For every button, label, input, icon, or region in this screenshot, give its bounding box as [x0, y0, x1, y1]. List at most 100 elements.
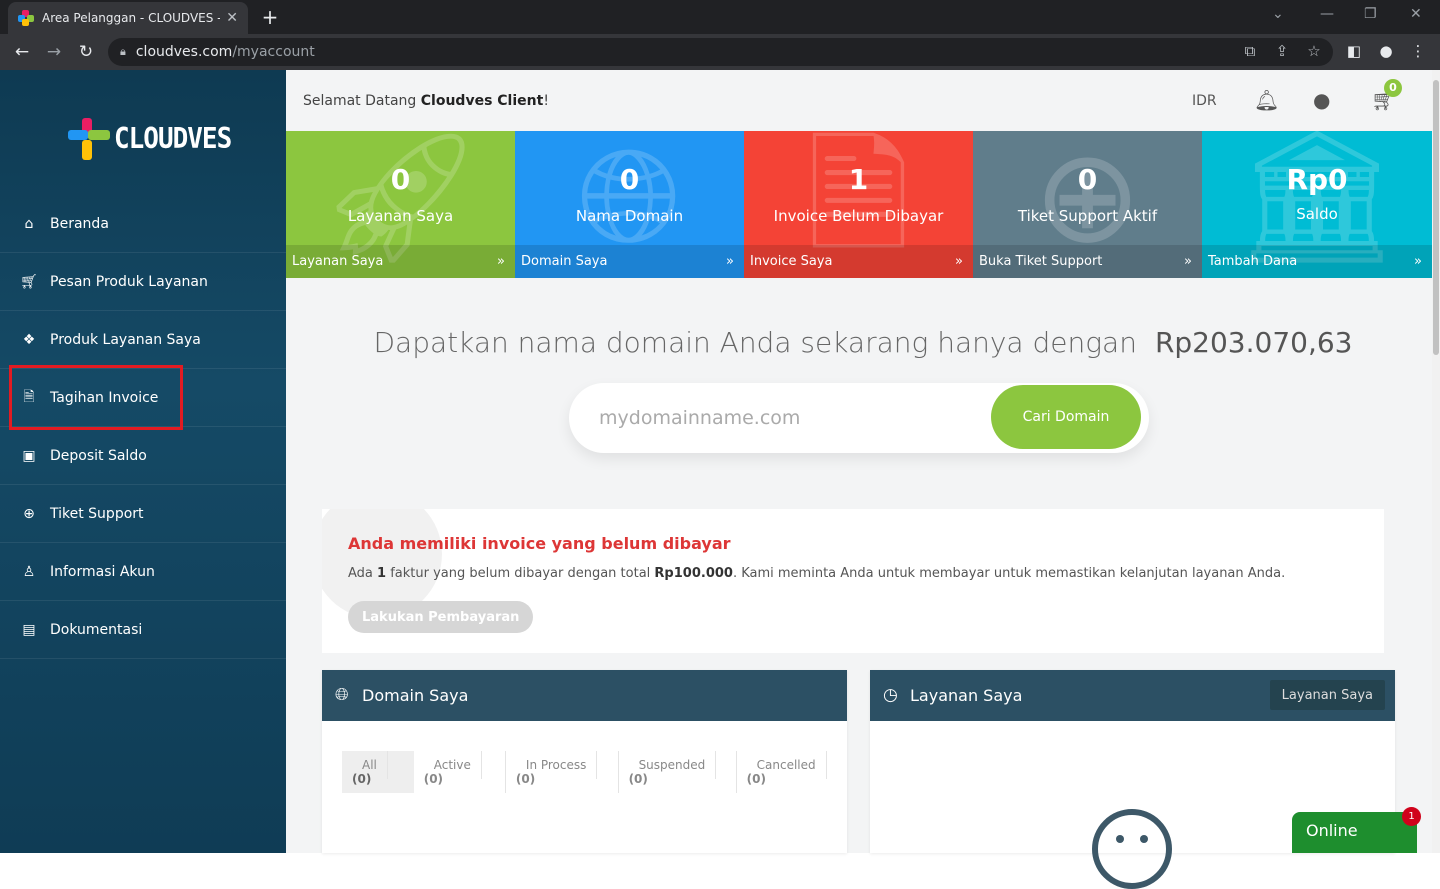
- panel-title: Domain Saya: [362, 686, 469, 705]
- sidebar-item-label: Produk Layanan Saya: [50, 331, 201, 348]
- filter-suspended[interactable]: Suspended (0): [619, 751, 737, 793]
- domain-search-input[interactable]: [599, 403, 979, 433]
- tab-search-icon[interactable]: ⌄: [1272, 6, 1284, 22]
- sidebar-item-label: Beranda: [50, 215, 109, 232]
- empty-face-icon: [1092, 809, 1172, 889]
- main-content: Selamat Datang Cloudves Client! IDR 🔔︎ ●…: [286, 70, 1440, 889]
- cart-icon: 🛒︎: [20, 273, 38, 290]
- tile-footer-link[interactable]: Domain Saya»: [515, 245, 744, 278]
- tile-footer-link[interactable]: Buka Tiket Support»: [973, 245, 1202, 278]
- double-chevron-icon: »: [1414, 254, 1422, 269]
- scrollbar-thumb[interactable]: [1433, 80, 1439, 355]
- sidebar-item-deposit-saldo[interactable]: ▣ Deposit Saldo: [0, 427, 286, 485]
- tile-footer-link[interactable]: Tambah Dana»: [1202, 245, 1432, 278]
- tile-domain[interactable]: 🌐︎ 0 Nama Domain Domain Saya»: [515, 131, 744, 278]
- filter-in-process[interactable]: In Process (0): [506, 751, 619, 793]
- lock-icon: 🔒︎: [120, 45, 126, 58]
- double-chevron-icon: »: [1184, 254, 1192, 269]
- unpaid-invoice-alert: Anda memiliki invoice yang belum dibayar…: [322, 509, 1384, 653]
- tile-value: 0: [619, 163, 640, 196]
- tile-saldo[interactable]: 🏛︎ Rp0 Saldo Tambah Dana»: [1202, 131, 1432, 278]
- tile-label: Layanan Saya: [347, 207, 454, 225]
- globe-icon: 🌐︎: [335, 685, 349, 705]
- tile-layanan[interactable]: 🚀︎ 0 Layanan Saya Layanan Saya»: [286, 131, 515, 278]
- browser-tabstrip: Area Pelanggan - CLOUDVES - Sc ✕ + ⌄ — ❐…: [0, 0, 1440, 34]
- page-scrollbar[interactable]: [1432, 70, 1440, 853]
- topbar: Selamat Datang Cloudves Client! IDR 🔔︎ ●…: [286, 70, 1440, 131]
- tab-title: Area Pelanggan - CLOUDVES - Sc: [42, 11, 221, 25]
- cubes-icon: ❖: [22, 331, 36, 348]
- my-services-button[interactable]: Layanan Saya: [1269, 680, 1385, 710]
- search-domain-button[interactable]: Cari Domain: [991, 385, 1141, 449]
- file-icon: 🗎︎: [806, 131, 911, 272]
- logo-mark-icon: [68, 118, 110, 160]
- bank-icon: 🏛︎: [1234, 131, 1400, 272]
- sidebar-item-produk-saya[interactable]: ❖ Produk Layanan Saya: [0, 311, 286, 369]
- money-icon: ▣: [22, 447, 36, 464]
- bookmark-star-icon[interactable]: ☆: [1304, 42, 1324, 60]
- live-chat-button[interactable]: Online 1: [1292, 807, 1421, 853]
- highlight-box: [9, 365, 183, 430]
- tile-invoice[interactable]: 🗎︎ 1 Invoice Belum Dibayar Invoice Saya»: [744, 131, 973, 278]
- back-icon[interactable]: ←: [11, 42, 33, 62]
- user-icon: ♙: [22, 563, 36, 580]
- domain-price: Rp203.070,63: [1154, 326, 1353, 359]
- filter-all[interactable]: All (0): [342, 751, 414, 793]
- logo[interactable]: CLOUDVES: [68, 118, 232, 160]
- tile-label: Invoice Belum Dibayar: [773, 207, 944, 225]
- tile-value: 1: [848, 163, 869, 196]
- double-chevron-icon: »: [955, 254, 963, 269]
- reload-icon[interactable]: ↻: [75, 42, 97, 62]
- sidebar-item-label: Informasi Akun: [50, 563, 155, 580]
- domain-filter-tabs: All (0) Active (0) In Process (0) Suspen…: [342, 751, 847, 793]
- cart-count-badge: 0: [1384, 79, 1402, 97]
- filter-active[interactable]: Active (0): [414, 751, 506, 793]
- forward-icon[interactable]: →: [43, 42, 65, 62]
- currency-selector[interactable]: IDR: [1192, 93, 1217, 109]
- browser-toolbar: ← → ↻ 🔒︎ cloudves.com/myaccount: [0, 34, 1440, 70]
- menu-icon[interactable]: ⋮: [1408, 42, 1428, 60]
- tile-label: Saldo: [1296, 205, 1338, 223]
- tile-tiket[interactable]: ⊕ 0 Tiket Support Aktif Buka Tiket Suppo…: [973, 131, 1202, 278]
- minimize-icon[interactable]: —: [1320, 6, 1334, 22]
- client-name: Cloudves Client: [420, 93, 544, 109]
- address-bar[interactable]: 🔒︎ cloudves.com/myaccount: [108, 38, 1333, 66]
- close-window-icon[interactable]: ✕: [1410, 6, 1422, 22]
- sidebar-item-informasi-akun[interactable]: ♙ Informasi Akun: [0, 543, 286, 601]
- double-chevron-icon: »: [726, 254, 734, 269]
- new-tab-icon[interactable]: +: [258, 5, 282, 29]
- clock-icon: ◷: [883, 685, 898, 705]
- sidebar-item-dokumentasi[interactable]: ▤ Dokumentasi: [0, 601, 286, 659]
- logo-text: CLOUDVES: [114, 122, 232, 156]
- profile-icon[interactable]: ●: [1376, 42, 1396, 60]
- tile-footer-link[interactable]: Layanan Saya»: [286, 245, 515, 278]
- browser-tab[interactable]: Area Pelanggan - CLOUDVES - Sc ✕: [8, 2, 248, 34]
- translate-icon[interactable]: ⧉: [1240, 42, 1260, 60]
- url-domain: cloudves.com: [135, 44, 233, 60]
- chat-label: Online: [1306, 821, 1358, 840]
- sidebar-item-tiket-support[interactable]: ⊕ Tiket Support: [0, 485, 286, 543]
- sidebar-item-pesan-produk[interactable]: 🛒︎ Pesan Produk Layanan: [0, 253, 286, 311]
- url-path: /myaccount: [232, 44, 315, 60]
- tile-value: 0: [390, 163, 411, 196]
- domain-search-box: Cari Domain: [569, 383, 1149, 453]
- side-panel-icon[interactable]: ◧: [1344, 42, 1364, 60]
- globe-icon: 🌐︎: [577, 131, 682, 272]
- bell-icon[interactable]: 🔔︎: [1254, 88, 1279, 112]
- alert-description: Ada 1 faktur yang belum dibayar dengan t…: [348, 566, 1286, 581]
- panel-title: Layanan Saya: [910, 686, 1023, 705]
- account-icon[interactable]: ●: [1313, 88, 1330, 112]
- sidebar-item-label: Deposit Saldo: [50, 447, 147, 464]
- home-icon: ⌂: [24, 215, 34, 232]
- filter-cancelled[interactable]: Cancelled (0): [737, 751, 847, 793]
- close-tab-icon[interactable]: ✕: [226, 10, 238, 26]
- double-chevron-icon: »: [497, 254, 505, 269]
- pay-now-button[interactable]: Lakukan Pembayaran: [348, 601, 534, 633]
- tile-footer-link[interactable]: Invoice Saya»: [744, 245, 973, 278]
- book-icon: ▤: [22, 621, 36, 638]
- lifebuoy-icon: ⊕: [1033, 131, 1142, 272]
- restore-icon[interactable]: ❐: [1364, 6, 1377, 22]
- share-icon[interactable]: ⇪: [1272, 42, 1292, 60]
- sidebar-item-beranda[interactable]: ⌂ Beranda: [0, 195, 286, 253]
- tile-label: Tiket Support Aktif: [1017, 207, 1158, 225]
